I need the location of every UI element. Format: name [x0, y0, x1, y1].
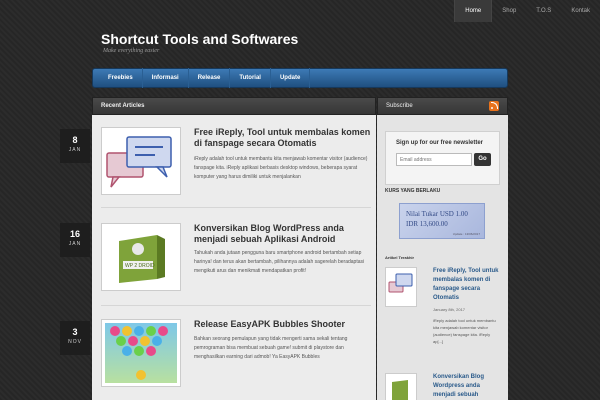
date-month: NOV [68, 339, 82, 345]
bubbles-game-icon [105, 323, 177, 383]
date-day: 8 [72, 135, 78, 145]
post-thumbnail[interactable] [101, 319, 181, 387]
post-title[interactable]: Konversikan Blog WordPress anda menjadi … [194, 223, 372, 245]
date-day: 16 [69, 229, 80, 239]
menu-tutorial[interactable]: Tutorial [230, 68, 271, 88]
kurs-rate-value: IDR 13,600.00 [406, 220, 448, 228]
topnav-kontak[interactable]: Kontak [561, 0, 600, 22]
post-excerpt: iReply adalah tool untuk membantu kita m… [194, 156, 368, 180]
menu-freebies[interactable]: Freebies [99, 68, 143, 88]
menu-update[interactable]: Update [271, 68, 311, 88]
recent-articles-heading: Recent Articles [92, 97, 376, 115]
sidebar-post-excerpt: iReply adalah tool untuk membantu kita m… [433, 318, 496, 344]
thumb-box-label: WP 2 DROID [125, 263, 155, 269]
date-month: JAN [68, 241, 82, 247]
sidebar-post-thumbnail[interactable] [385, 267, 417, 307]
kurs-widget: Nilai Tukar USD 1.00 IDR 13,600.00 Updat… [399, 203, 485, 239]
date-day: 3 [72, 327, 78, 337]
post-excerpt: Bahkan seorang pemulapun yang tidak meng… [194, 336, 348, 360]
post-title[interactable]: Free iReply, Tool untuk membalas komen d… [194, 127, 372, 149]
post-title[interactable]: Release EasyAPK Bubbles Shooter [194, 319, 372, 330]
newsletter-box: Sign up for our free newsletter Go [385, 131, 500, 185]
post-thumbnail[interactable] [101, 127, 181, 195]
subscribe-label: Subscribe [386, 103, 413, 109]
newsletter-title: Sign up for our free newsletter [396, 140, 484, 146]
chat-bubbles-icon [388, 273, 413, 293]
site-tagline: Make everything easier [103, 48, 160, 54]
go-button[interactable]: Go [474, 153, 491, 166]
date-month: JAN [68, 147, 82, 153]
kurs-rate-label: Nilai Tukar USD 1.00 [406, 210, 468, 218]
artikel-terakhir-title: Artikel Terakhir [385, 255, 415, 260]
menu-informasi[interactable]: Informasi [143, 68, 189, 88]
email-field[interactable] [396, 153, 472, 166]
post-thumbnail[interactable]: WP 2 DROID [101, 223, 181, 291]
sidebar-post-title[interactable]: Konversikan Blog Wordpress anda menjadi … [433, 373, 503, 400]
content-area: 8 JAN Free iReply, Tool untuk membalas k… [60, 115, 376, 400]
kurs-update-date: Update : 13/06/2017 [452, 232, 480, 236]
software-box-icon [392, 380, 408, 400]
topnav-shop[interactable]: Shop [492, 0, 526, 22]
sidebar-post-thumbnail[interactable] [385, 373, 417, 400]
kurs-title: KURS YANG BERLAKU [385, 188, 441, 194]
sidebar-post-title[interactable]: Free iReply, Tool untuk membalas komen d… [433, 267, 503, 303]
date-badge: 16 JAN [60, 223, 90, 257]
sidebar-post-date: January 8th, 2017 [433, 307, 466, 312]
site-title[interactable]: Shortcut Tools and Softwares [101, 31, 298, 47]
main-menu: Freebies Informasi Release Tutorial Upda… [92, 68, 508, 88]
post-divider [101, 207, 371, 208]
menu-release[interactable]: Release [189, 68, 231, 88]
date-badge: 8 JAN [60, 129, 90, 163]
post-excerpt: Tahukah anda jutaan pengguna baru smartp… [194, 250, 365, 274]
post-divider [101, 305, 371, 306]
subscribe-heading: Subscribe [377, 97, 508, 115]
date-badge: 3 NOV [60, 321, 90, 355]
rss-icon[interactable] [489, 101, 499, 111]
top-navigation: Home Shop T.O.S Kontak [454, 0, 600, 22]
software-box-icon: WP 2 DROID [105, 227, 177, 287]
topnav-home[interactable]: Home [454, 0, 493, 22]
sidebar: Sign up for our free newsletter Go KURS … [377, 115, 508, 400]
topnav-tos[interactable]: T.O.S [526, 0, 561, 22]
chat-bubbles-icon [105, 131, 177, 191]
